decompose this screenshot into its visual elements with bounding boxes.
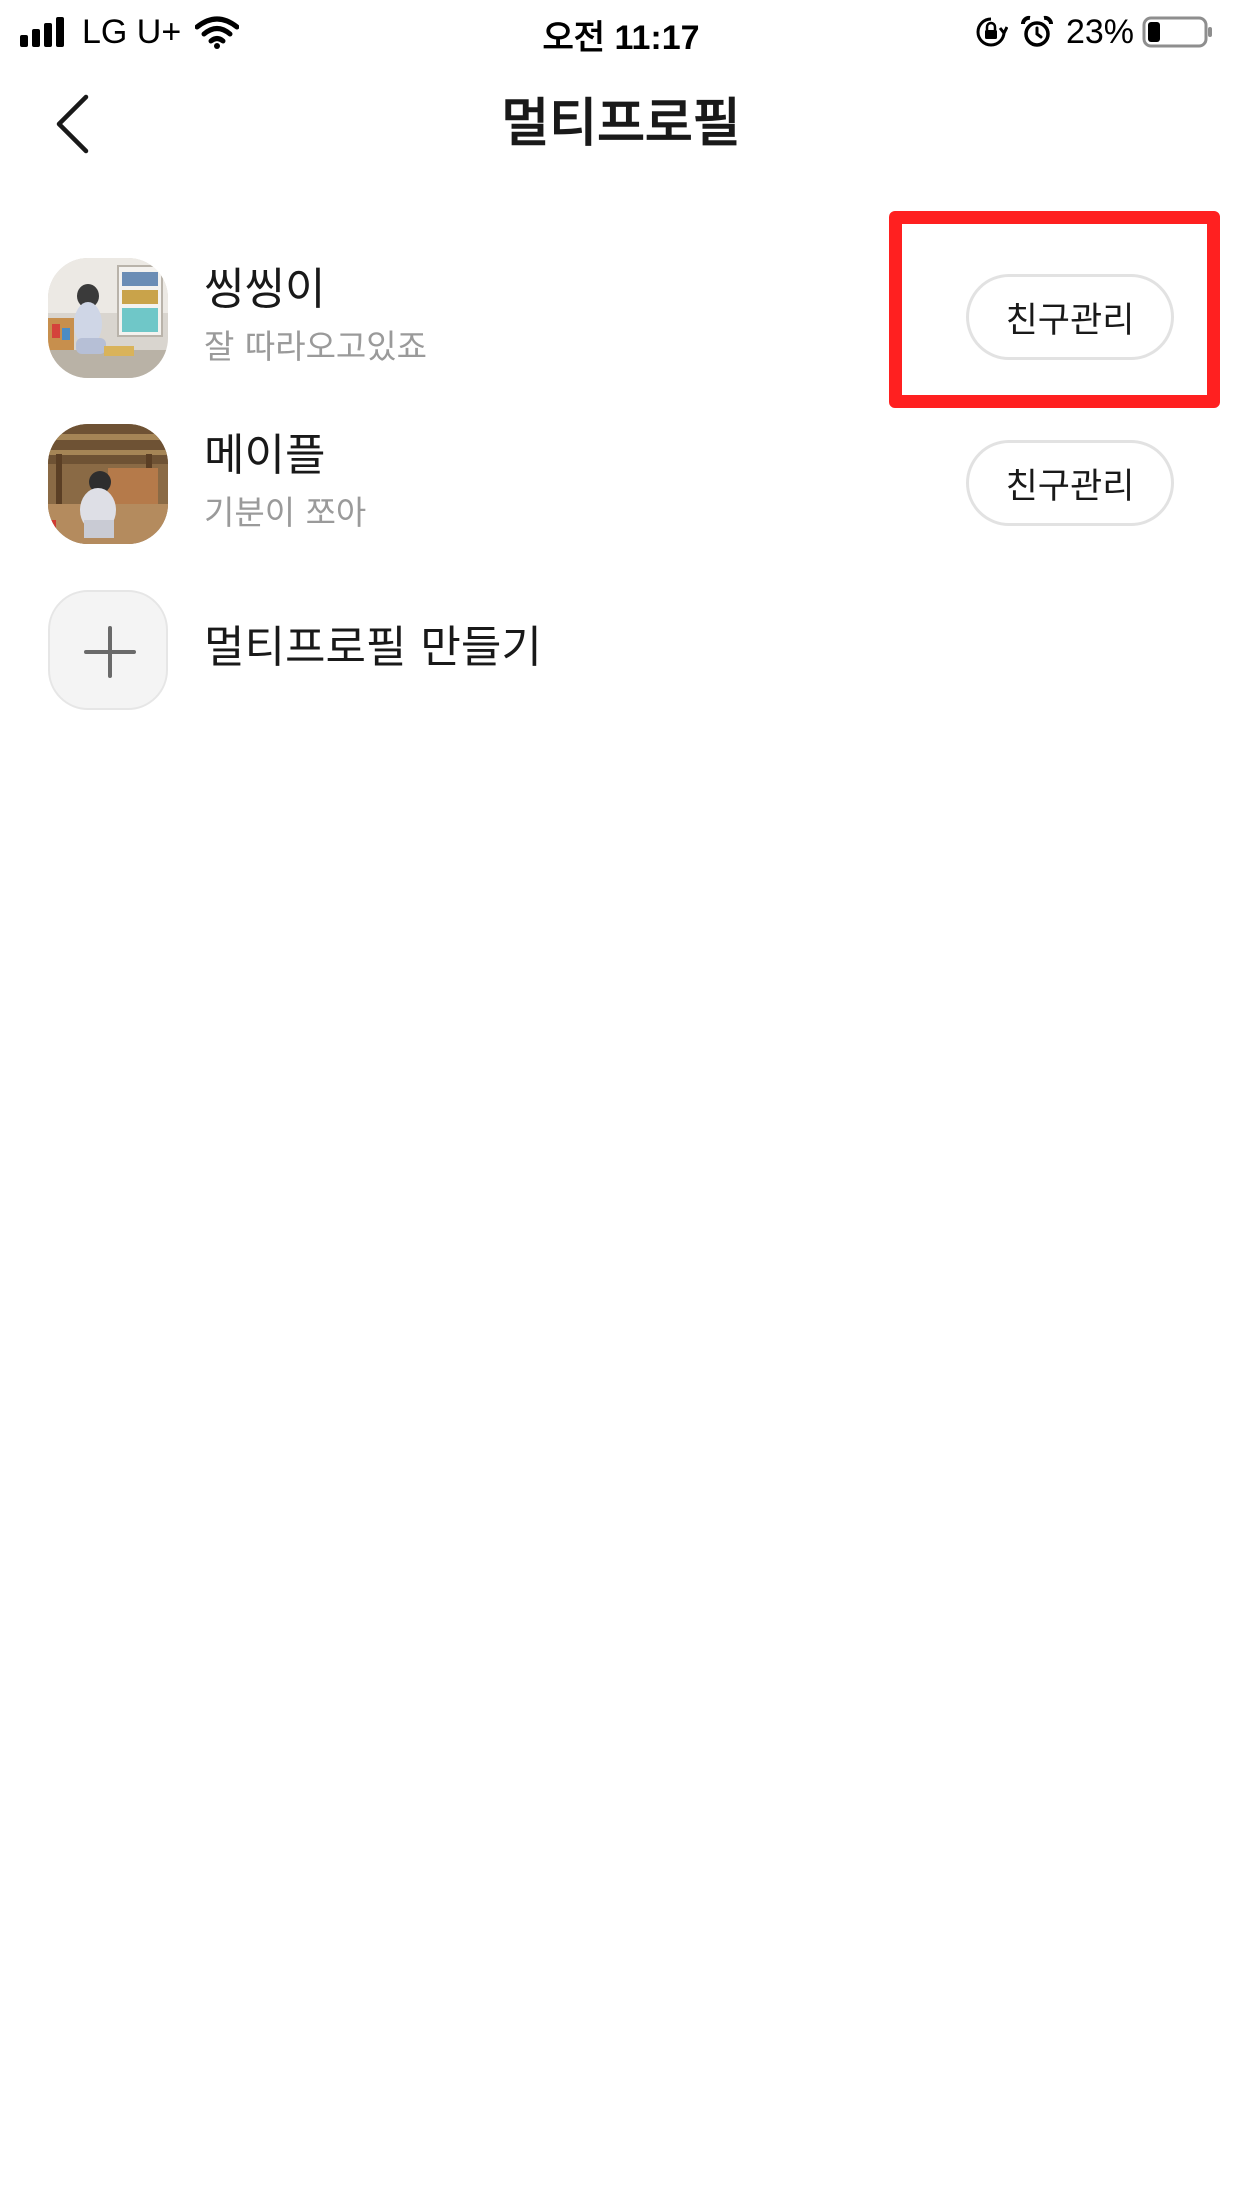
plus-icon	[84, 626, 136, 678]
manage-friends-button[interactable]: 친구관리	[966, 440, 1174, 526]
profile-status-message: 기분이 쪼아	[204, 493, 367, 532]
manage-friends-button[interactable]: 친구관리	[966, 274, 1174, 360]
create-multiprofile-label: 멀티프로필 만들기	[204, 622, 542, 673]
status-bar: LG U+ 오전 11:17 23%	[0, 0, 1242, 62]
create-multiprofile-button[interactable]: 멀티프로필 만들기	[0, 584, 1242, 750]
profile-row[interactable]: 메이플 기분이 쪼아 친구관리	[0, 418, 1242, 584]
avatar[interactable]	[48, 424, 168, 544]
battery-percent: 23%	[1065, 12, 1134, 51]
avatar[interactable]	[48, 258, 168, 378]
battery-icon	[1142, 16, 1212, 48]
profile-photo	[48, 424, 168, 544]
rotation-lock-icon	[976, 17, 1008, 47]
header: 멀티프로필	[0, 62, 1242, 186]
profile-status-message: 잘 따라오고있죠	[204, 327, 428, 366]
alarm-icon	[1020, 15, 1053, 47]
page-title: 멀티프로필	[501, 94, 741, 154]
profile-row[interactable]: 씽씽이 잘 따라오고있죠 친구관리	[0, 252, 1242, 418]
profile-list: 씽씽이 잘 따라오고있죠 친구관리 메이플 기분이 쪼아 친구관리 멀티프로필 …	[0, 252, 1242, 750]
profile-name: 씽씽이	[204, 264, 326, 315]
profile-photo	[48, 258, 168, 378]
add-profile-tile[interactable]	[48, 590, 168, 710]
status-bar-right: 23%	[974, 12, 1214, 52]
profile-name: 메이플	[204, 430, 326, 481]
